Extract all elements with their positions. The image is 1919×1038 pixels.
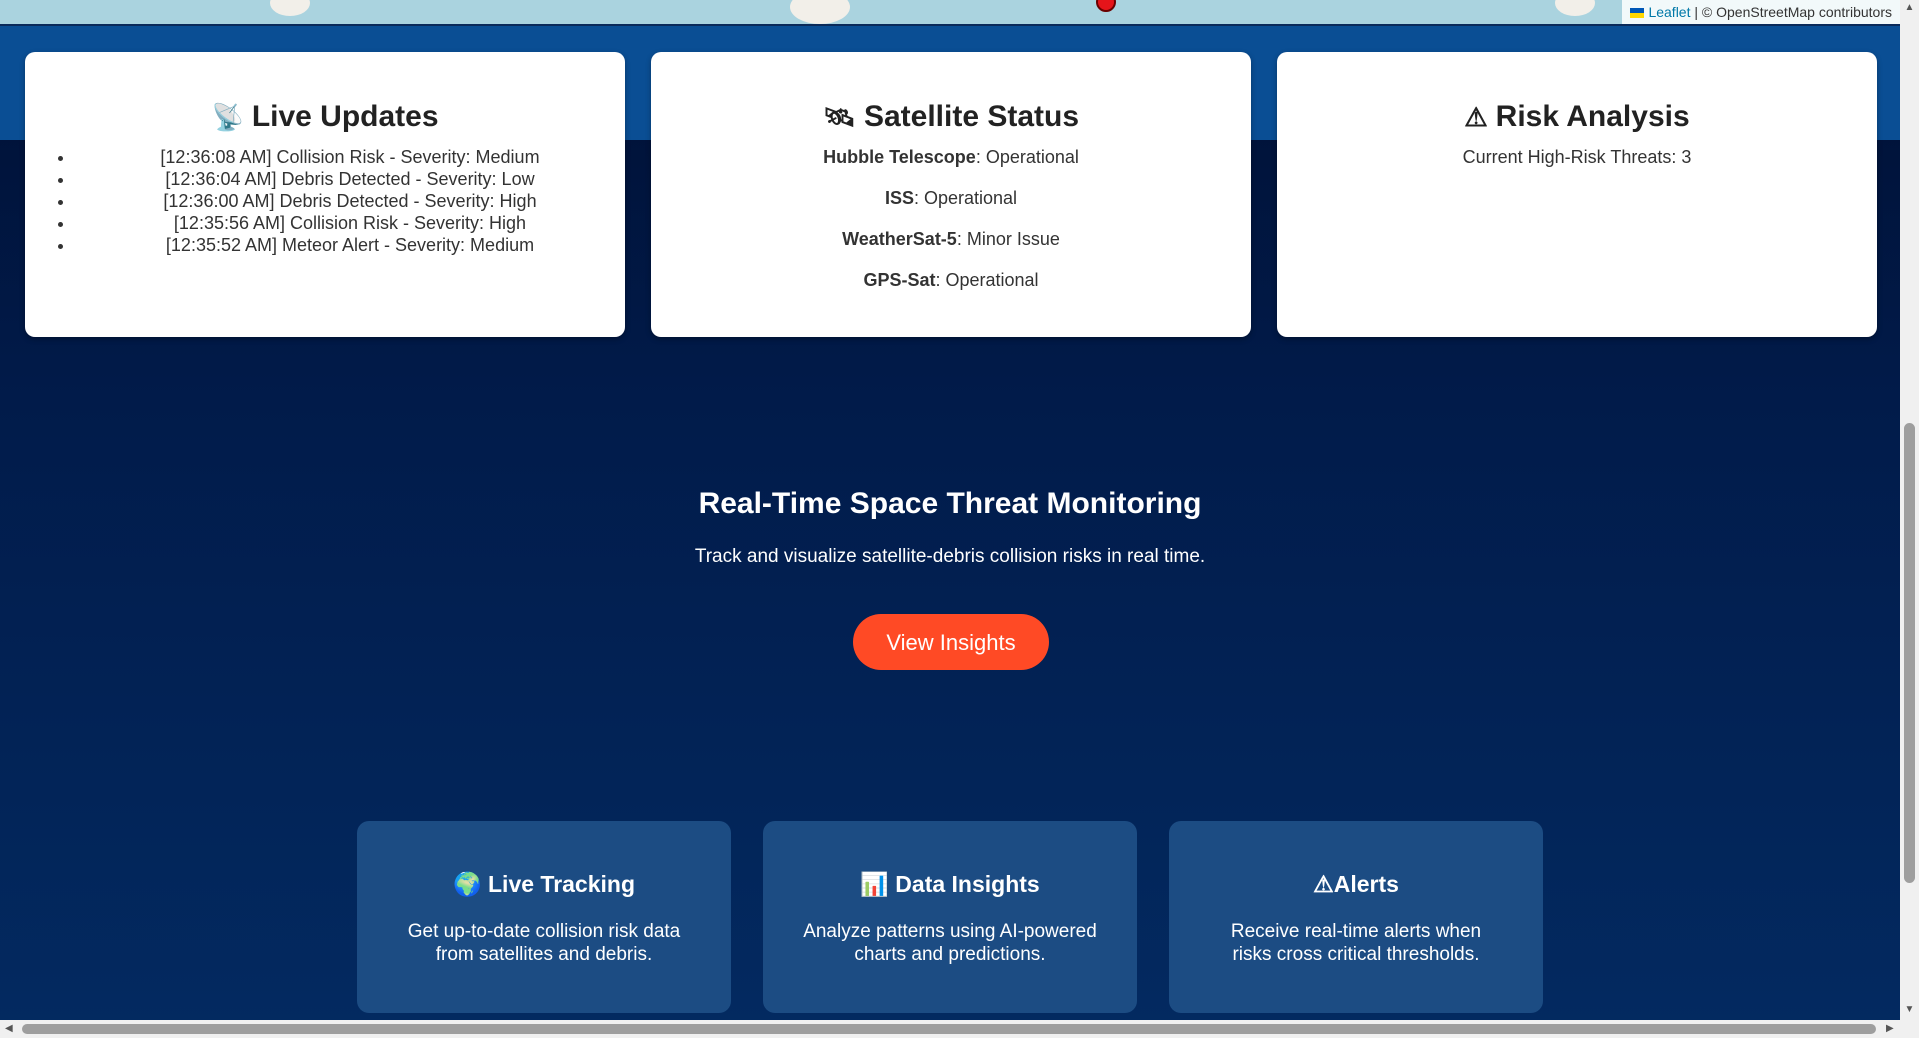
map-land-shape	[270, 0, 310, 16]
satellite-antenna-icon: 📡	[211, 102, 244, 132]
high-risk-count: Current High-Risk Threats: 3	[1462, 147, 1692, 167]
feature-text: Receive real-time alerts when risks cros…	[1230, 921, 1482, 965]
status-row: Hubble Telescope: Operational	[823, 147, 1079, 167]
map-land-shape	[1555, 0, 1595, 16]
status-row: ISS: Operational	[884, 188, 1018, 208]
feature-card-data-insights: 📊 Data Insights Analyze patterns using A…	[763, 821, 1137, 1013]
list-item: [12:36:08 AM] Collision Risk - Severity:…	[75, 146, 625, 168]
vertical-scroll-thumb[interactable]	[1904, 423, 1915, 883]
ukraine-flag-icon	[1630, 8, 1645, 18]
horizontal-scrollbar[interactable]: ◀ ▶	[0, 1020, 1900, 1038]
status-row: WeatherSat-5: Minor Issue	[842, 229, 1060, 249]
scroll-up-arrow-icon[interactable]: ▲	[1904, 2, 1915, 13]
attribution-text: | © OpenStreetMap contributors	[1694, 4, 1892, 20]
scroll-left-arrow-icon[interactable]: ◀	[5, 1020, 13, 1038]
feature-title: ⚠Alerts	[1313, 871, 1399, 897]
live-updates-list: [12:36:08 AM] Collision Risk - Severity:…	[25, 146, 625, 256]
scroll-right-arrow-icon[interactable]: ▶	[1886, 1020, 1894, 1038]
view-insights-button[interactable]: View Insights	[853, 614, 1049, 670]
live-updates-heading: 📡 Live Updates	[211, 100, 439, 133]
status-row: GPS-Sat: Operational	[863, 270, 1039, 290]
list-item: [12:35:52 AM] Meteor Alert - Severity: M…	[75, 234, 625, 256]
feature-title: 📊 Data Insights	[860, 871, 1040, 897]
feature-title: 🌍 Live Tracking	[452, 871, 636, 897]
hero-title: Real-Time Space Threat Monitoring	[698, 487, 1202, 520]
feature-text: Analyze patterns using AI-powered charts…	[803, 921, 1097, 965]
feature-text: Get up-to-date collision risk data from …	[407, 921, 681, 965]
map-land-shape	[790, 0, 850, 24]
dashboard-cards: 📡Live Updates [12:36:08 AM] Collision Ri…	[25, 52, 1877, 337]
leaflet-link[interactable]: Leaflet	[1648, 4, 1690, 20]
vertical-scrollbar[interactable]: ▲ ▼	[1900, 0, 1919, 1020]
globe-icon: 🌍	[452, 871, 482, 897]
risk-analysis-heading: ⚠ Risk Analysis	[1464, 100, 1690, 133]
live-updates-card: 📡Live Updates [12:36:08 AM] Collision Ri…	[25, 52, 625, 337]
risk-analysis-card: ⚠ Risk Analysis Current High-Risk Threats…	[1277, 52, 1877, 337]
map-marker[interactable]	[1096, 0, 1116, 12]
map-attribution: Leaflet | © OpenStreetMap contributors	[1622, 0, 1900, 24]
warning-icon: ⚠	[1313, 871, 1334, 897]
scrollbar-corner	[1900, 1020, 1919, 1038]
hero-subtitle: Track and visualize satellite-debris col…	[694, 546, 1206, 567]
satellite-icon: 🛰	[822, 102, 856, 132]
satellite-status-heading: 🛰 Satellite Status	[822, 100, 1080, 133]
list-item: [12:35:56 AM] Collision Risk - Severity:…	[75, 212, 625, 234]
warning-icon: ⚠	[1464, 102, 1488, 132]
bar-chart-icon: 📊	[860, 871, 889, 897]
map-view[interactable]: Leaflet | © OpenStreetMap contributors	[0, 0, 1900, 26]
satellite-status-card: 🛰 Satellite Status Hubble Telescope: Oper…	[651, 52, 1251, 337]
feature-card-live-tracking: 🌍 Live Tracking Get up-to-date collision…	[357, 821, 731, 1013]
feature-card-alerts: ⚠Alerts Receive real-time alerts when ri…	[1169, 821, 1543, 1013]
scroll-down-arrow-icon[interactable]: ▼	[1904, 1004, 1915, 1015]
list-item: [12:36:04 AM] Debris Detected - Severity…	[75, 168, 625, 190]
horizontal-scroll-thumb[interactable]	[22, 1024, 1876, 1034]
list-item: [12:36:00 AM] Debris Detected - Severity…	[75, 190, 625, 212]
